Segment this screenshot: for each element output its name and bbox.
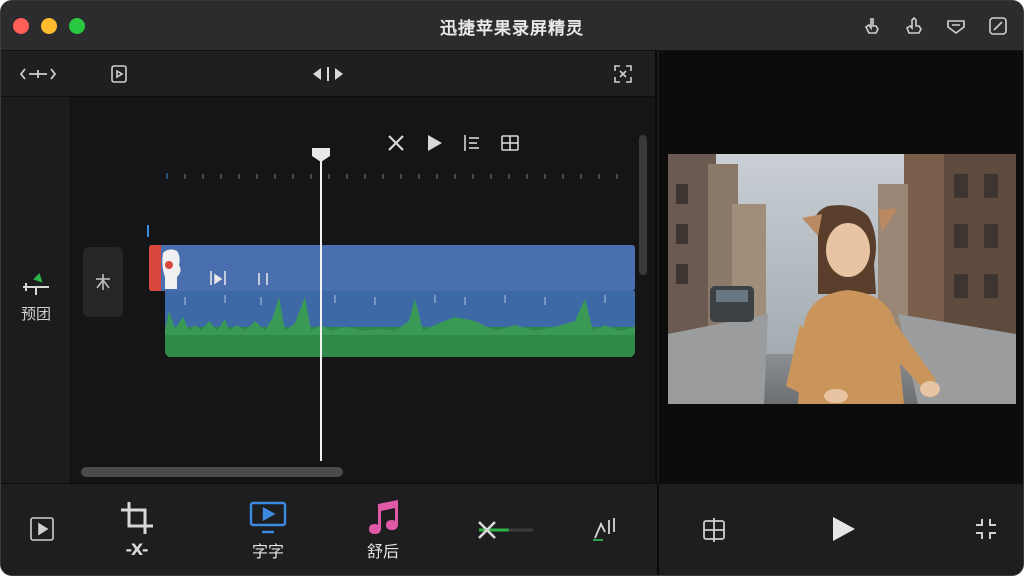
title-bar: 迅捷苹果录屏精灵 bbox=[1, 1, 1023, 51]
video-clip[interactable] bbox=[149, 245, 635, 291]
shrink-icon[interactable] bbox=[973, 516, 999, 546]
bottom-toolbar: -X- 字字 舒后 bbox=[1, 483, 1023, 575]
track-sidebar: 预团 bbox=[1, 97, 71, 483]
subtitle-label: 字字 bbox=[251, 542, 284, 561]
in-marker bbox=[147, 225, 149, 237]
timeline-editor: 预团 bbox=[1, 51, 657, 483]
music-tool[interactable]: 舒后 bbox=[357, 498, 409, 562]
track-tool-icon[interactable] bbox=[21, 273, 51, 303]
playhead-handle[interactable] bbox=[311, 147, 331, 163]
volume-adjust-icon[interactable] bbox=[591, 514, 621, 546]
snap-arrows-icon[interactable] bbox=[311, 61, 345, 87]
audio-level-slider[interactable] bbox=[475, 518, 535, 542]
subtitle-monitor-icon bbox=[249, 501, 287, 534]
editor-toolbar bbox=[1, 51, 655, 97]
crop-hand-icon[interactable] bbox=[859, 13, 885, 39]
audio-track[interactable] bbox=[165, 291, 635, 357]
crop-label: -X- bbox=[125, 540, 149, 559]
play-icon[interactable] bbox=[421, 131, 447, 155]
vertical-scrollbar[interactable] bbox=[639, 135, 647, 275]
export-icon[interactable] bbox=[943, 13, 969, 39]
share-hand-icon[interactable] bbox=[901, 13, 927, 39]
preview-toggle-icon[interactable] bbox=[29, 516, 55, 546]
clip-toolbar bbox=[383, 131, 523, 155]
panel-divider bbox=[657, 484, 659, 575]
crop-icon bbox=[121, 502, 153, 534]
edit-icon[interactable] bbox=[985, 13, 1011, 39]
crop-tool[interactable]: -X- bbox=[111, 498, 163, 559]
timeline-area[interactable] bbox=[71, 97, 657, 483]
subtitle-tool[interactable]: 字字 bbox=[241, 500, 295, 562]
clip-thumbnail bbox=[162, 249, 181, 289]
split-icon[interactable] bbox=[459, 131, 485, 155]
app-window: 迅捷苹果录屏精灵 预团 -X- 字字 舒后 bbox=[0, 0, 1024, 576]
playhead-line[interactable] bbox=[320, 155, 322, 461]
preview-panel bbox=[659, 51, 1023, 483]
cut-icon[interactable] bbox=[383, 131, 409, 155]
track-label: 预团 bbox=[20, 305, 51, 323]
clip-markers bbox=[210, 271, 268, 285]
fullscreen-icon[interactable] bbox=[609, 61, 637, 87]
time-ruler[interactable] bbox=[165, 171, 635, 181]
audio-waveform bbox=[165, 295, 635, 357]
video-preview[interactable] bbox=[668, 154, 1016, 404]
play-icon[interactable] bbox=[829, 514, 857, 548]
clip-frame-icon[interactable] bbox=[105, 61, 133, 87]
music-note-icon bbox=[369, 500, 398, 534]
grid-icon[interactable] bbox=[497, 131, 523, 155]
frame-select-icon[interactable] bbox=[701, 516, 727, 548]
expand-arrows-icon[interactable] bbox=[19, 61, 57, 87]
music-label: 舒后 bbox=[366, 542, 399, 561]
horizontal-scrollbar[interactable] bbox=[81, 467, 343, 477]
